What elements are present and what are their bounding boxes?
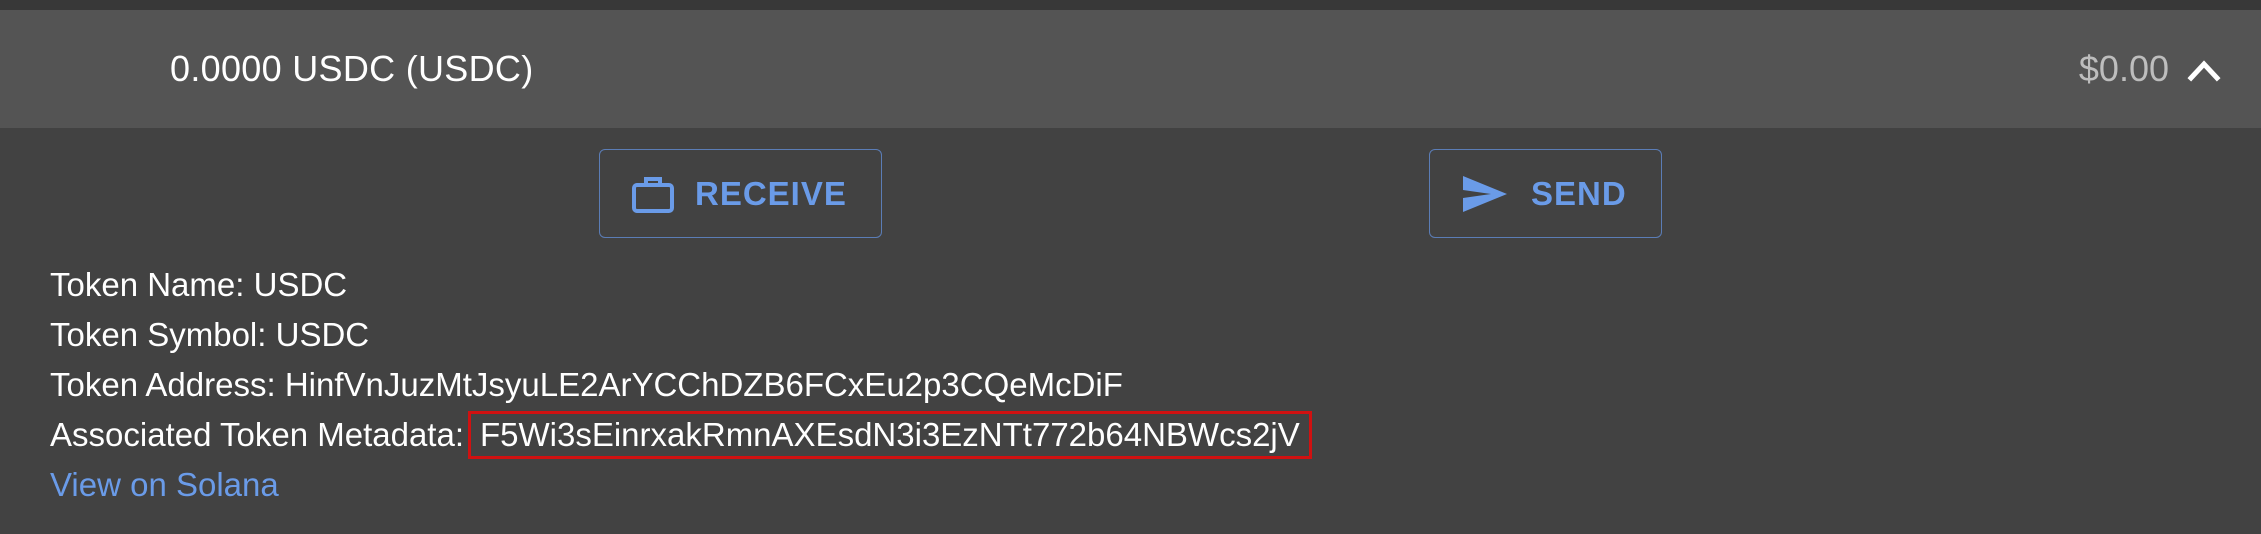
token-symbol-row: Token Symbol: USDC [50, 310, 1312, 360]
send-icon [1463, 175, 1507, 212]
token-symbol-label: Token Symbol: [50, 316, 267, 353]
token-metadata-label: Associated Token Metadata: [50, 416, 464, 453]
token-title: 0.0000 USDC (USDC) [170, 48, 534, 89]
token-address-row: Token Address: HinfVnJuzMtJsyuLE2ArYCChD… [50, 360, 1312, 410]
view-on-solana-link[interactable]: View on Solana [50, 466, 279, 503]
receive-button[interactable]: RECEIVE [599, 149, 882, 238]
receive-button-label: RECEIVE [695, 174, 847, 212]
token-metadata-value: F5Wi3sEinrxakRmnAXEsdN3i3EzNTt772b64NBWc… [467, 411, 1312, 459]
send-button[interactable]: SEND [1429, 149, 1662, 238]
token-symbol-value: USDC [275, 316, 370, 353]
send-button-label: SEND [1531, 174, 1627, 212]
chevron-up-icon[interactable] [2187, 55, 2221, 85]
token-accordion-header[interactable]: 0.0000 USDC (USDC) $0.00 [0, 10, 2261, 128]
top-strip [0, 0, 2261, 10]
token-metadata-row: Associated Token Metadata: F5Wi3sEinrxakR… [50, 410, 1312, 460]
token-name-value: USDC [253, 266, 348, 303]
view-on-solana-row: View on Solana [50, 460, 1312, 510]
token-name-row: Token Name: USDC [50, 260, 1312, 310]
token-address-value: HinfVnJuzMtJsyuLE2ArYCChDZB6FCxEu2p3CQeM… [284, 366, 1123, 403]
token-details: Token Name: USDC Token Symbol: USDC Toke… [50, 260, 1312, 510]
token-name-label: Token Name: [50, 266, 245, 303]
token-balance: $0.00 [2078, 48, 2169, 89]
briefcase-icon [632, 176, 674, 213]
token-address-label: Token Address: [50, 366, 276, 403]
